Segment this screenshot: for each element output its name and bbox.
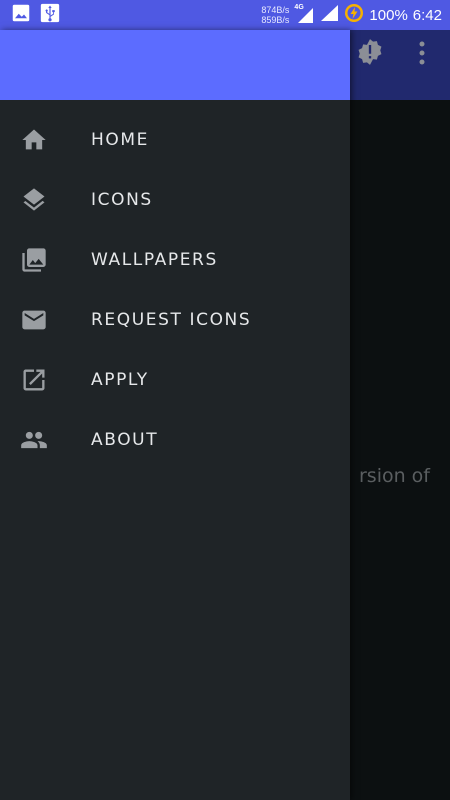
usb-icon — [40, 3, 60, 27]
nav-label-wallpapers: WALLPAPERS — [91, 250, 218, 270]
gallery-icon — [12, 4, 30, 26]
battery-percent: 100% — [369, 6, 408, 24]
nav-item-apply[interactable]: APPLY — [0, 350, 350, 410]
wifi-icon — [319, 4, 339, 26]
photo-library-icon — [20, 246, 48, 274]
email-icon — [20, 306, 48, 334]
more-vert-icon[interactable] — [414, 40, 430, 66]
layers-icon — [20, 186, 48, 214]
open-in-new-icon — [20, 366, 48, 394]
clock: 6:42 — [412, 6, 442, 24]
nav-item-wallpapers[interactable]: WALLPAPERS — [0, 230, 350, 290]
alert-badge-icon[interactable] — [356, 38, 384, 66]
nav-label-apply: APPLY — [91, 370, 149, 390]
nav-item-about[interactable]: ABOUT — [0, 410, 350, 470]
nav-label-home: HOME — [91, 130, 149, 150]
home-icon — [20, 126, 48, 154]
navigation-drawer: HOME ICONS WALLPAPERS REQUEST ICONS APPL — [0, 30, 350, 800]
network-speed: 874B/s 859B/s — [261, 5, 289, 25]
nav-label-about: ABOUT — [91, 430, 159, 450]
people-icon — [20, 426, 48, 454]
status-bar: 874B/s 859B/s 4G 100% 6:42 — [0, 0, 450, 30]
nav-item-icons[interactable]: ICONS — [0, 170, 350, 230]
nav-item-home[interactable]: HOME — [0, 110, 350, 170]
nav-list: HOME ICONS WALLPAPERS REQUEST ICONS APPL — [0, 110, 350, 470]
drawer-header — [0, 30, 350, 100]
download-speed: 859B/s — [261, 15, 290, 25]
signal-icon: 4G — [294, 4, 314, 24]
nav-label-icons: ICONS — [91, 190, 153, 210]
nav-item-request-icons[interactable]: REQUEST ICONS — [0, 290, 350, 350]
battery-charging-icon — [344, 3, 364, 27]
nav-label-request-icons: REQUEST ICONS — [91, 310, 252, 330]
upload-speed: 874B/s — [261, 5, 290, 15]
